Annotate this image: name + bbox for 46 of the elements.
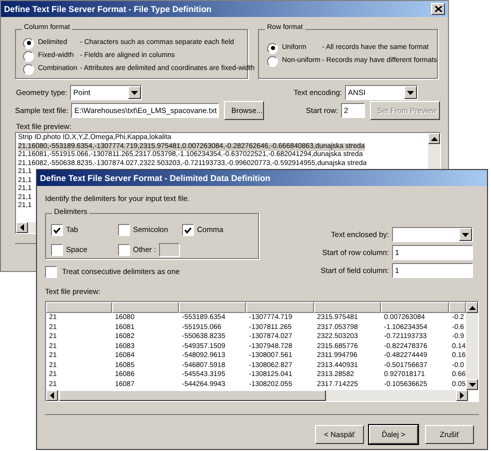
radio-button[interactable] [23,50,34,62]
radio-button[interactable] [23,64,34,74]
caret-icon [131,90,138,94]
scroll-arrow-button[interactable] [16,222,28,233]
window-title: Define Text File Server Format - Delimited Data Definition [40,173,270,183]
radio-button[interactable] [267,42,278,54]
up-arrow-icon [468,306,476,310]
text-field[interactable] [158,243,180,257]
data-grid[interactable] [45,301,479,402]
checkbox[interactable] [118,224,130,236]
radio-button[interactable] [23,38,34,48]
caret-icon [462,232,469,236]
column-header[interactable] [112,302,179,313]
checkbox[interactable] [45,266,57,278]
vertical-scrollbar[interactable] [466,302,478,390]
radio-button[interactable] [267,56,278,66]
scroll-arrow-button[interactable] [466,302,478,313]
right-arrow-icon [460,392,464,399]
scroll-arrow-button[interactable] [456,390,468,401]
column-header[interactable] [381,302,449,313]
checkbox[interactable] [51,224,63,236]
scroll-arrow-button[interactable] [466,379,478,390]
horizontal-scrollbar[interactable] [46,390,468,401]
checkbox[interactable] [51,244,63,256]
caret-icon [407,90,414,94]
dropdown-arrow-button[interactable] [404,86,417,99]
dropdown[interactable] [392,227,473,242]
window-title: Define Text File Server Format - File Type Definition [4,4,212,14]
column-header[interactable] [46,302,112,313]
close-icon [434,6,442,12]
column-header[interactable] [314,302,381,313]
left-arrow-icon [20,224,24,231]
checkbox[interactable] [118,244,130,256]
scroll-arrow-button[interactable] [428,133,440,144]
dropdown-arrow-button[interactable] [128,86,142,99]
close-button[interactable] [431,3,445,15]
checkbox[interactable] [182,224,194,236]
column-header[interactable] [246,302,314,313]
scroll-thumb[interactable] [59,390,326,401]
dropdown-arrow-button[interactable] [459,228,472,241]
left-arrow-icon [50,392,54,399]
column-header[interactable] [449,302,466,313]
column-header[interactable] [179,302,246,313]
scroll-arrow-button[interactable] [46,390,58,401]
up-arrow-icon [430,136,438,140]
down-arrow-icon [468,382,476,386]
